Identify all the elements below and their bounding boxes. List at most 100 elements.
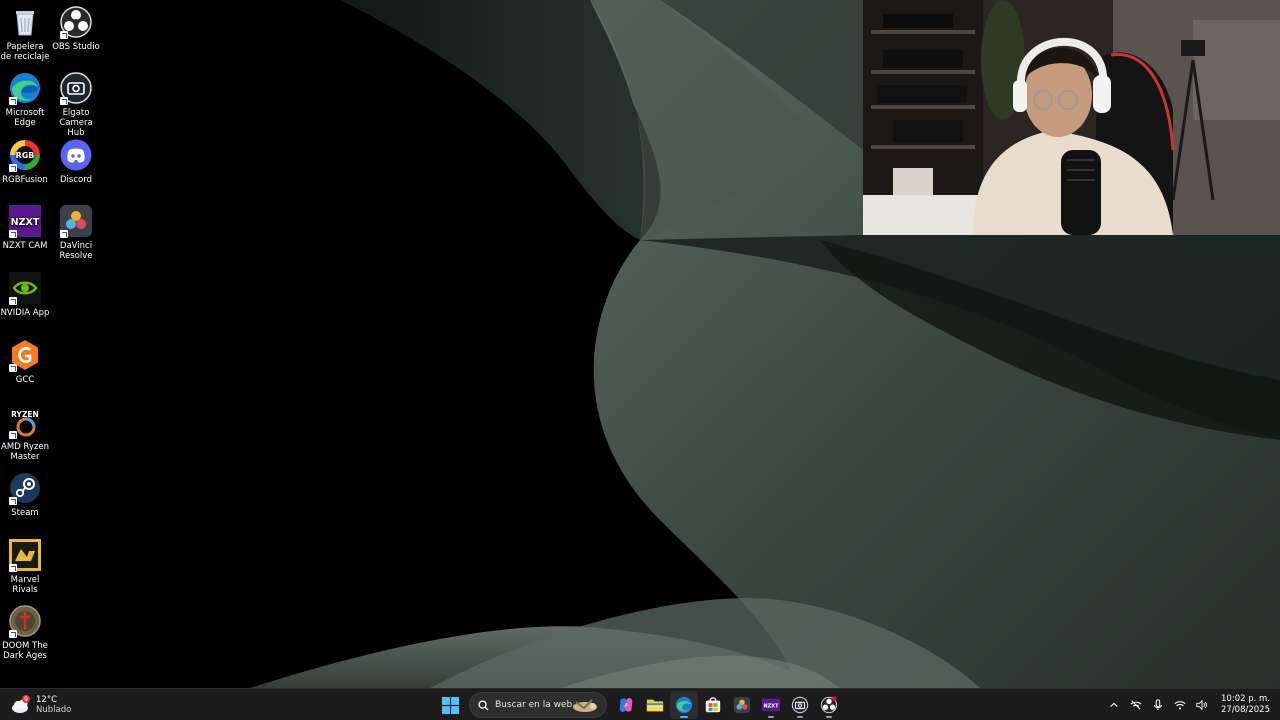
clock[interactable]: 10:02 p. m. 27/08/2025 xyxy=(1221,694,1270,716)
shortcut-arrow-icon xyxy=(60,230,68,238)
microphone-icon[interactable] xyxy=(1148,695,1168,715)
davinci-resolve-button[interactable] xyxy=(728,691,756,719)
weather-badge: 9 xyxy=(24,696,28,703)
desktop-icon-label: DaVinci Resolve xyxy=(59,241,93,261)
webcam-overlay xyxy=(863,0,1280,235)
obs-studio-icon xyxy=(820,696,837,714)
desktop-icon-label: NVIDIA App xyxy=(0,308,50,318)
elgato-camera-icon xyxy=(60,72,92,105)
copilot-icon xyxy=(619,698,632,712)
edge-icon xyxy=(675,696,692,714)
shortcut-arrow-icon xyxy=(9,497,17,505)
running-indicator xyxy=(825,716,832,718)
desktop-icon-gcc[interactable]: GCC xyxy=(0,339,50,385)
nzxt-cam-button-text: NZXT xyxy=(763,703,779,709)
desktop-icon-davinci-resolve[interactable]: DaVinci Resolve xyxy=(51,205,101,261)
desktop-icon-label: Microsoft Edge xyxy=(5,108,45,128)
obs-studio-icon xyxy=(60,6,92,39)
shortcut-arrow-icon xyxy=(9,297,17,305)
weather-condition: Nublado xyxy=(36,705,72,715)
shortcut-arrow-icon xyxy=(60,31,68,39)
desktop-icon-marvel-rivals[interactable]: Marvel Rivals xyxy=(0,539,50,595)
taskbar-apps: Buscar en la web... NZXT xyxy=(436,691,843,719)
store-icon xyxy=(705,697,720,713)
desktop-icon-rgbfusion[interactable]: RGB RGBFusion xyxy=(0,139,50,185)
doom-icon xyxy=(9,605,41,638)
desktop-icon-label: Discord xyxy=(60,175,92,185)
desktop-icon-obs-studio[interactable]: OBS Studio xyxy=(51,6,101,52)
discord-icon xyxy=(60,139,92,171)
nzxt-cam-icon: NZXT xyxy=(761,698,780,712)
desktop-icon-label: RGBFusion xyxy=(2,175,48,185)
edge-icon xyxy=(9,72,41,105)
desktop-icon-label: GCC xyxy=(15,375,35,385)
nzxt-cam-button[interactable]: NZXT xyxy=(757,691,785,719)
speaker-icon[interactable] xyxy=(1192,695,1212,715)
start-button[interactable] xyxy=(437,691,465,719)
system-tray: 10:02 p. m. 27/08/2025 xyxy=(1103,691,1270,719)
shortcut-arrow-icon xyxy=(9,630,17,638)
search-box[interactable]: Buscar en la web... xyxy=(469,692,607,718)
weather-temp: 12°C xyxy=(36,695,58,705)
desktop-icon-amd-ryzen-master[interactable]: RYZEN AMD Ryzen Master xyxy=(0,406,50,462)
desktop-icon-discord[interactable]: Discord xyxy=(51,139,101,185)
desktop-icon-label: NZXT CAM xyxy=(2,241,48,251)
desktop-icon-nzxt-cam[interactable]: NZXT NZXT CAM xyxy=(0,205,50,251)
desktop-icon-label: DOOM The Dark Ages xyxy=(2,641,48,661)
davinci-resolve-icon xyxy=(733,696,750,714)
davinci-resolve-icon xyxy=(60,205,92,238)
desktop-icon-steam[interactable]: Steam xyxy=(0,472,50,518)
nvidia-icon xyxy=(9,272,41,305)
nzxt-cam-icon: NZXT xyxy=(9,205,41,238)
shortcut-arrow-icon xyxy=(9,164,17,172)
desktop-icon-doom-the-dark-ages[interactable]: DOOM The Dark Ages xyxy=(0,605,50,661)
desktop-icon-label: AMD Ryzen Master xyxy=(1,442,49,462)
shortcut-arrow-icon xyxy=(9,564,17,572)
wifi-icon[interactable] xyxy=(1170,695,1190,715)
desktop-icon-edge[interactable]: Microsoft Edge xyxy=(0,72,50,128)
elgato-camera-icon xyxy=(791,696,808,714)
store-button[interactable] xyxy=(699,691,727,719)
desktop-icon-nvidia-app[interactable]: NVIDIA App xyxy=(0,272,50,318)
weather-widget[interactable]: 9 12°C Nublado xyxy=(10,692,71,718)
chevron-up-icon[interactable] xyxy=(1104,695,1124,715)
nzxt-cam-icon-text: NZXT xyxy=(11,217,40,228)
copilot-button[interactable] xyxy=(612,691,640,719)
desktop-icon-label: Marvel Rivals xyxy=(10,575,40,595)
rgbfusion-icon: RGB xyxy=(9,139,41,172)
elgato-camera-hub-button[interactable] xyxy=(786,691,814,719)
desktop-icon-label: Steam xyxy=(11,508,39,518)
desktop-icon-label: Papelera de reciclaje xyxy=(0,42,50,62)
search-icon xyxy=(478,699,489,711)
rgbfusion-icon-text: RGB xyxy=(16,151,35,160)
start-icon xyxy=(442,696,459,714)
shortcut-arrow-icon xyxy=(9,364,17,372)
obs-studio-button[interactable] xyxy=(815,691,843,719)
search-highlight-icon xyxy=(573,699,597,712)
search-placeholder: Buscar en la web... xyxy=(495,700,581,710)
shortcut-arrow-icon xyxy=(9,431,17,439)
shortcut-arrow-icon xyxy=(9,230,17,238)
shortcut-arrow-icon xyxy=(9,97,17,105)
desktop-icon-recycle-bin[interactable]: Papelera de reciclaje xyxy=(0,6,50,62)
running-indicator xyxy=(796,716,803,718)
amd-ryzen-icon: RYZEN xyxy=(9,406,41,439)
file-explorer-button[interactable] xyxy=(641,691,669,719)
desktop: Papelera de reciclaje OBS Studio Microso… xyxy=(0,0,1280,688)
network-off-icon[interactable] xyxy=(1126,695,1146,715)
shortcut-arrow-icon xyxy=(60,97,68,105)
taskbar: 9 12°C Nublado Buscar en la web... NZXT … xyxy=(0,688,1280,720)
file-explorer-icon xyxy=(646,699,663,712)
recycle-bin-icon xyxy=(9,6,41,38)
running-indicator xyxy=(767,716,774,718)
gcc-icon xyxy=(9,339,41,372)
desktop-icon-elgato-camera-hub[interactable]: Elgato Camera Hub xyxy=(51,72,101,138)
steam-icon xyxy=(9,472,41,505)
clock-date: 27/08/2025 xyxy=(1221,705,1270,715)
cloud-icon: 9 xyxy=(10,694,32,716)
clock-time: 10:02 p. m. xyxy=(1221,694,1270,704)
desktop-icon-label: Elgato Camera Hub xyxy=(59,108,93,138)
edge-button[interactable] xyxy=(669,691,698,719)
marvel-rivals-icon xyxy=(9,539,41,572)
desktop-icon-label: OBS Studio xyxy=(52,42,100,52)
